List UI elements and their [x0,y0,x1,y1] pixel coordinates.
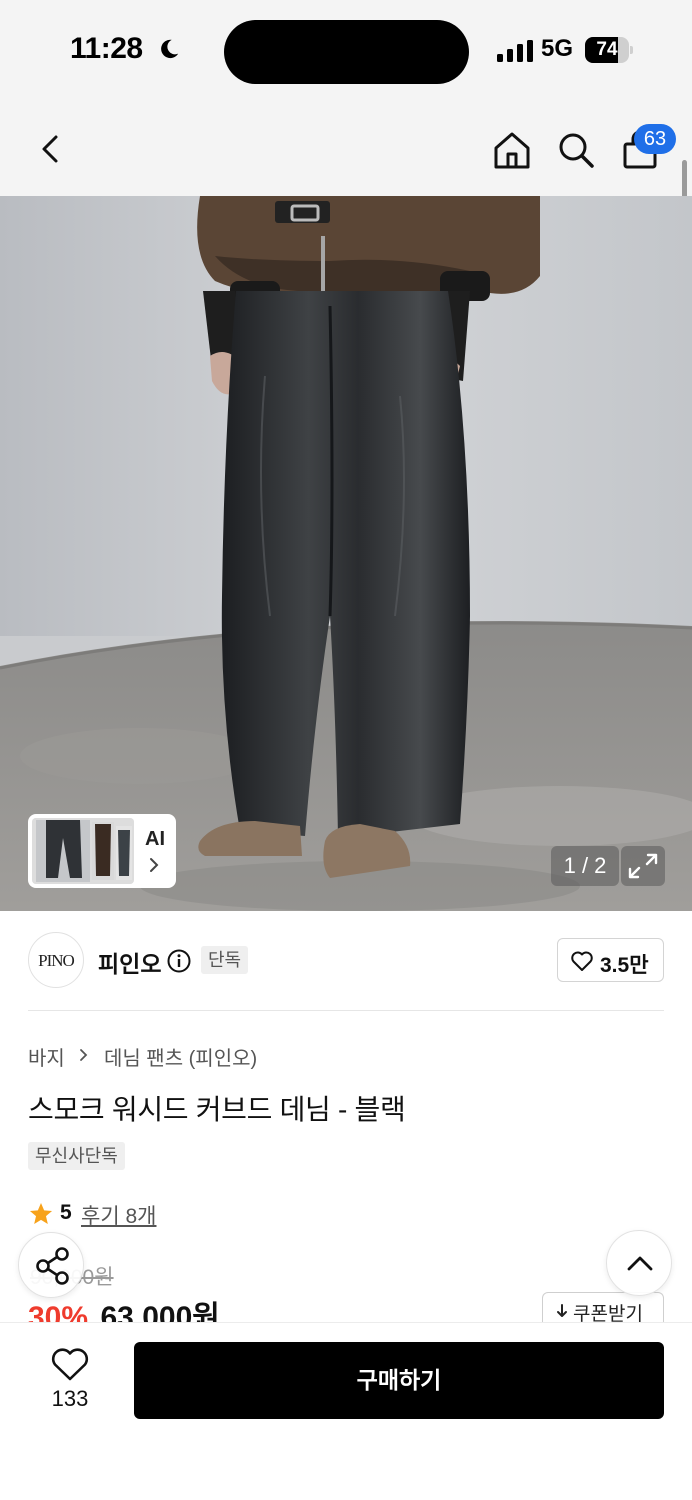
info-icon[interactable] [166,948,192,974]
discount-rate: 30% [28,1301,89,1322]
image-page-counter: 1 / 2 [551,846,619,886]
wishlist-count: 133 [51,1386,89,1411]
brand-logo[interactable]: PINO [28,932,84,988]
search-icon[interactable] [552,126,600,174]
battery-icon: 74 [585,37,633,63]
coupon-label: 쿠폰받기 [573,1304,643,1322]
product-photo [0,196,692,911]
expand-icon[interactable] [621,846,665,886]
sale-price: 63,000원 [100,1301,220,1322]
cart-count-badge: 63 [634,124,676,154]
signal-icon [497,40,533,62]
battery-level: 74 [596,39,618,60]
star-icon [29,1202,53,1224]
brand-name[interactable]: 피인오 [98,945,161,979]
navigation-bar [0,100,692,196]
chevron-right-icon [150,858,159,872]
share-button[interactable] [18,1232,84,1298]
heart-icon [571,951,593,971]
scroll-to-top-button[interactable] [606,1230,672,1296]
breadcrumb-category[interactable]: 바지 [28,1042,65,1071]
chevron-up-icon [627,1256,653,1271]
status-time: 11:28 [70,32,143,65]
moon-icon [161,39,179,59]
rating-value: 5 [60,1201,72,1224]
breadcrumb: 바지 데님 팬츠 (피인오) [28,1042,257,1071]
brand-like-count: 3.5만 [600,954,649,977]
buy-button[interactable]: 구매하기 [134,1342,664,1419]
divider [28,1010,664,1011]
product-title: 스모크 워시드 커브드 데님 - 블랙 [28,1094,406,1125]
reviews-link[interactable]: 후기 8개 [81,1200,156,1230]
share-icon [36,1247,69,1285]
musinsa-exclusive-tag: 무신사단독 [28,1142,125,1170]
wishlist-heart-icon[interactable] [50,1346,90,1382]
product-image[interactable] [0,196,692,911]
status-bar: 11:28 5G 74 [0,0,692,100]
exclusive-badge: 단독 [201,946,249,974]
download-icon [557,1304,567,1317]
chevron-right-icon [80,1048,88,1061]
ai-label: AI [145,828,165,850]
brand-like-button[interactable]: 3.5만 [557,938,664,982]
dynamic-island [224,20,469,84]
home-icon[interactable] [488,126,536,174]
network-type: 5G [541,35,574,62]
breadcrumb-subcategory[interactable]: 데님 팬츠 (피인오) [104,1042,257,1071]
back-button[interactable] [28,125,76,173]
thumbnail-image [32,818,134,884]
ai-similar-thumbnail[interactable] [28,814,176,888]
